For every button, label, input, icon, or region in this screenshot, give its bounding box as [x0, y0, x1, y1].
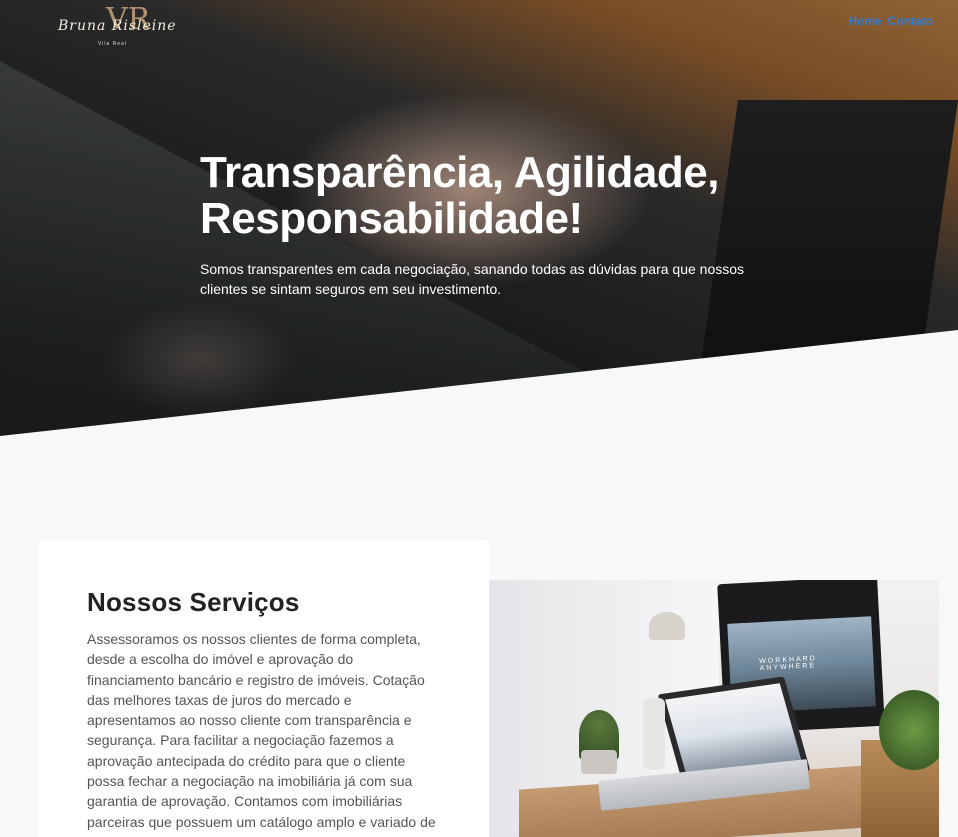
photo-bottle [643, 698, 665, 770]
logo-subtitle: Vila Real [98, 41, 127, 47]
services-description: Assessoramos os nossos clientes de forma… [87, 631, 436, 837]
services-photo: WORKHARD ANYWHERE [489, 580, 939, 837]
top-nav: Home Contato [848, 14, 933, 28]
photo-plant-pot [581, 750, 617, 774]
services-title: Nossos Serviços [87, 587, 300, 617]
hero-section: VR Bruna Risleine Vila Real Home Contato… [0, 0, 958, 440]
hero-title: Transparência, Agilidade, Responsabilida… [200, 148, 719, 243]
photo-screen-text: WORKHARD ANYWHERE [759, 655, 818, 673]
hero-description: Somos transparentes em cada negociação, … [200, 261, 745, 297]
logo-script: Bruna Risleine [58, 18, 177, 34]
nav-link-contato[interactable]: Contato [888, 14, 933, 28]
nav-link-home[interactable]: Home [848, 14, 881, 28]
photo-lamp [649, 612, 685, 640]
brand-logo[interactable]: VR Bruna Risleine Vila Real [58, 2, 176, 48]
